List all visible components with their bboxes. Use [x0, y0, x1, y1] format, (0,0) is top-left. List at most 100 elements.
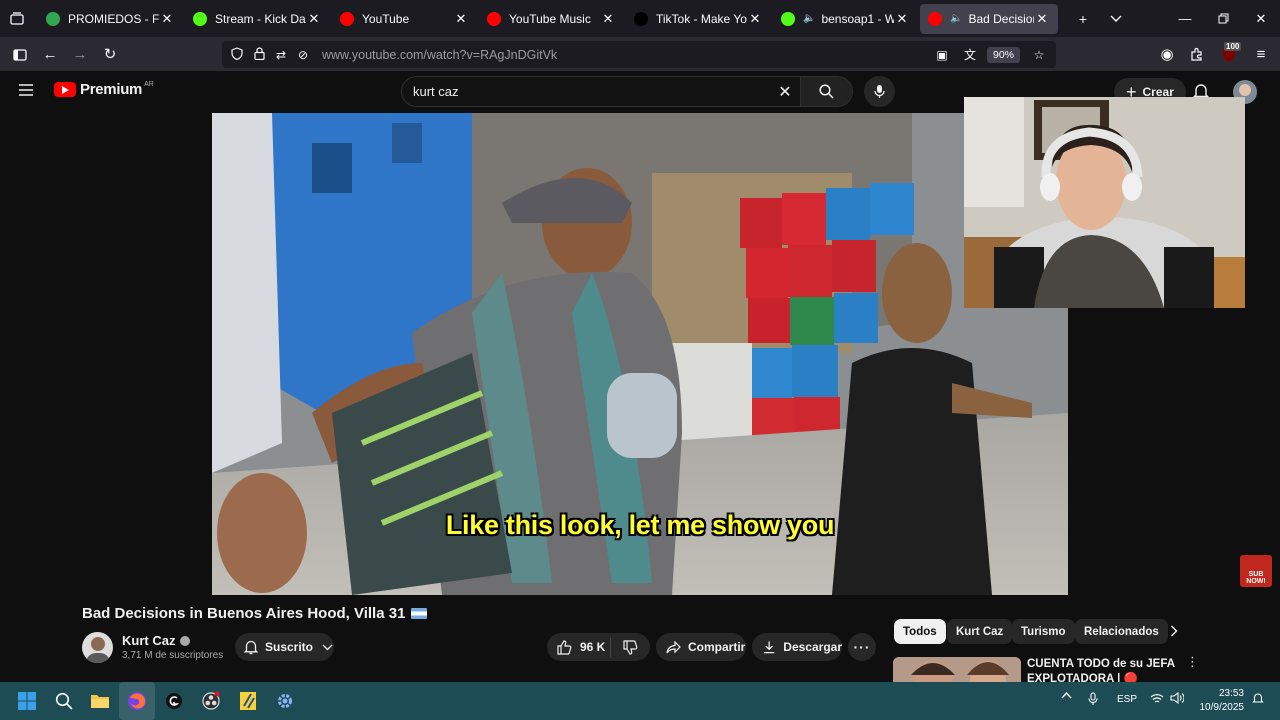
tab-close-icon[interactable]: ✕	[453, 11, 469, 27]
tab-close-icon[interactable]: ✕	[600, 11, 616, 27]
tab-close-icon[interactable]: ✕	[159, 11, 175, 27]
more-actions-button[interactable]: ···	[848, 633, 876, 661]
tab-favicon-icon	[46, 11, 60, 26]
browser-tab-bar: PROMIEDOS - Futbol A✕Stream - Kick Dashb…	[0, 0, 1280, 37]
zoom-level[interactable]: 90%	[986, 46, 1020, 63]
hamburger-menu-icon[interactable]	[18, 83, 34, 102]
forward-arrow-icon[interactable]: →	[65, 39, 95, 69]
logo-country: AR	[144, 81, 154, 88]
youtube-premium-logo[interactable]: Premium AR	[54, 81, 154, 98]
input-language[interactable]: ESP	[1117, 694, 1137, 705]
tab-close-icon[interactable]: ✕	[306, 11, 322, 27]
browser-tab[interactable]: Stream - Kick Dashboard✕	[185, 4, 330, 34]
share-label: Compartir	[688, 640, 746, 654]
browser-tab[interactable]: 🔈 Bad Decisions in B✕	[920, 3, 1058, 34]
subscribed-label: Suscrito	[265, 640, 314, 654]
chip-turismo[interactable]: Turismo	[1012, 619, 1075, 644]
subscribed-button[interactable]: Suscrito	[235, 633, 334, 661]
wifi-icon[interactable]	[1150, 693, 1164, 707]
chip-kurt-caz[interactable]: Kurt Caz	[947, 619, 1013, 644]
tab-list-icon[interactable]	[0, 0, 34, 37]
notification-center-icon[interactable]	[1252, 692, 1264, 708]
bell-icon	[244, 640, 258, 655]
reload-icon[interactable]: ↻	[95, 39, 125, 69]
bookmark-star-icon[interactable]: ☆	[1028, 48, 1050, 62]
tab-title: PROMIEDOS - Futbol A	[68, 11, 159, 26]
account-icon[interactable]: ◉	[1152, 39, 1182, 69]
video-player[interactable]: Like this look, let me show you	[212, 113, 1068, 595]
restore-button[interactable]	[1204, 0, 1242, 37]
file-explorer-icon[interactable]	[82, 682, 118, 720]
channel-name[interactable]: Kurt Caz	[122, 633, 191, 648]
search-input[interactable]: kurt caz	[402, 84, 770, 99]
browser-tab[interactable]: YouTube Music ✕	[479, 4, 624, 34]
browser-tab[interactable]: YouTube ✕	[332, 4, 477, 34]
url-bar[interactable]: ⇄ ⊘ www.youtube.com/watch?v=RAgJnDGitVk …	[222, 41, 1056, 68]
tab-close-icon[interactable]: ✕	[894, 11, 910, 27]
video-title: Bad Decisions in Buenos Aires Hood, Vill…	[82, 605, 428, 622]
tab-close-icon[interactable]: ✕	[747, 11, 763, 27]
download-icon	[763, 641, 775, 654]
thumbs-up-icon	[557, 639, 572, 655]
winamp-icon[interactable]	[230, 682, 266, 720]
back-arrow-icon[interactable]: ←	[35, 39, 65, 69]
tracking-off-icon[interactable]: ⊘	[292, 48, 314, 62]
lock-icon[interactable]	[248, 46, 270, 63]
browser-tab[interactable]: PROMIEDOS - Futbol A✕	[38, 4, 183, 34]
share-button[interactable]: Compartir	[656, 633, 746, 661]
obs-icon[interactable]	[193, 682, 229, 720]
shield-icon[interactable]	[226, 46, 248, 63]
dislike-button[interactable]	[611, 639, 649, 655]
tab-favicon-icon	[487, 11, 501, 26]
browser-tab[interactable]: 🔈 bensoap1 - Watch✕	[773, 4, 918, 34]
tray-microphone-icon[interactable]	[1088, 692, 1098, 709]
video-subtitle: Like this look, let me show you	[445, 510, 835, 540]
like-button[interactable]: 96 K	[547, 637, 611, 657]
tab-title: bensoap1 - Watch	[821, 11, 894, 26]
tab-close-icon[interactable]: ✕	[1034, 11, 1050, 27]
volume-icon[interactable]	[1170, 691, 1185, 707]
menu-icon[interactable]: ≡	[1246, 39, 1276, 69]
browser-tab[interactable]: TikTok - Make Your Da✕	[626, 4, 771, 34]
channel-name-text[interactable]: Kurt Caz	[122, 633, 175, 648]
system-clock[interactable]: 23:53 10/9/2025	[1200, 687, 1245, 715]
sub-badge-line-1: SUB	[1248, 571, 1264, 578]
translate-icon[interactable]: 文	[959, 46, 981, 63]
ublock-extension-icon[interactable]: 100	[1214, 39, 1244, 69]
chip-todos[interactable]: Todos	[894, 619, 946, 644]
settings-gear-icon[interactable]	[267, 682, 303, 720]
recommendation-thumbnail[interactable]	[893, 657, 1021, 684]
firefox-icon[interactable]	[119, 682, 155, 720]
webcam-frame	[964, 97, 1245, 308]
chips-next-icon[interactable]	[1170, 624, 1178, 642]
minimize-button[interactable]: —	[1166, 0, 1204, 37]
new-tab-icon[interactable]: +	[1067, 0, 1099, 37]
windows-taskbar: ESP 23:53 10/9/2025	[0, 682, 1280, 720]
clear-search-icon[interactable]: ✕	[770, 82, 800, 102]
close-window-button[interactable]: ✕	[1242, 0, 1280, 37]
voice-search-button[interactable]	[864, 76, 895, 107]
download-button[interactable]: Descargar	[752, 633, 842, 661]
url-text[interactable]: www.youtube.com/watch?v=RAgJnDGitVk	[322, 48, 931, 62]
tab-title: YouTube Music	[509, 11, 591, 26]
tab-overflow-icon[interactable]	[1100, 0, 1132, 37]
tab-audio-icon[interactable]: 🔈	[950, 13, 962, 24]
taskbar-search-icon[interactable]	[46, 682, 82, 720]
logitech-g-icon[interactable]	[156, 682, 192, 720]
tab-favicon-icon	[781, 11, 795, 26]
tab-audio-icon[interactable]: 🔈	[803, 13, 815, 24]
tab-favicon-icon	[928, 11, 942, 26]
subscribe-now-badge[interactable]: SUB NOW!	[1240, 555, 1272, 587]
search-box[interactable]: kurt caz ✕	[401, 76, 853, 107]
show-hidden-icons[interactable]	[1061, 691, 1072, 702]
recommendation-menu-icon[interactable]: ⋮	[1186, 655, 1199, 668]
search-button[interactable]	[800, 77, 852, 106]
sidebar-toggle-icon[interactable]	[5, 39, 35, 69]
windows-start-icon[interactable]	[9, 682, 45, 720]
like-count: 96 K	[580, 640, 606, 654]
extensions-icon[interactable]	[1182, 39, 1212, 69]
chip-relacionados[interactable]: Relacionados	[1075, 619, 1168, 644]
channel-avatar[interactable]	[82, 632, 113, 663]
pip-icon[interactable]: ▣	[931, 48, 953, 62]
permissions-icon[interactable]: ⇄	[270, 48, 292, 62]
